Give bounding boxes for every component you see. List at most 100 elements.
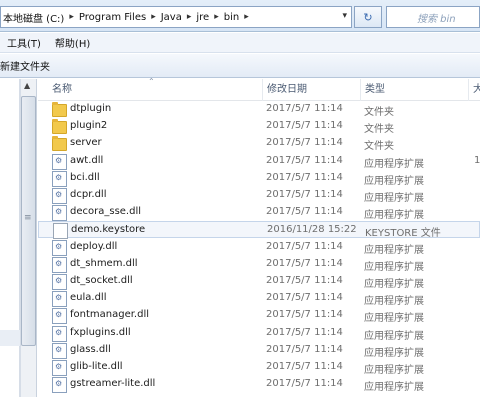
address-bar[interactable]: 本地磁盘 (C:) ▸ Program Files ▸ Java ▸ jre ▸… [0, 6, 352, 28]
breadcrumb-bin[interactable]: bin [222, 12, 241, 23]
file-row[interactable]: awt.dll 2017/5/7 11:14 应用程序扩展 1 [38, 153, 480, 170]
column-header-bar: ⌃ 名称 修改日期 类型 大小 [38, 77, 480, 101]
file-date: 2017/5/7 11:14 [266, 343, 343, 355]
navigation-selected-item[interactable] [0, 330, 20, 346]
new-folder-button[interactable]: 新建文件夹 [0, 58, 50, 73]
menu-tools[interactable]: 工具(T) [0, 35, 48, 50]
dll-icon [52, 153, 67, 170]
file-type: 应用程序扩展 [364, 330, 424, 342]
breadcrumb-separator-icon[interactable]: ▸ [66, 12, 77, 22]
file-date: 2017/5/7 11:14 [266, 120, 343, 132]
dll-icon [52, 308, 67, 325]
column-header-date[interactable]: 修改日期 [262, 79, 365, 101]
file-row[interactable]: fxplugins.dll 2017/5/7 11:14 应用程序扩展 [38, 325, 480, 342]
file-type: 应用程序扩展 [364, 365, 424, 376]
dll-icon [52, 377, 67, 394]
file-type: 应用程序扩展 [364, 261, 424, 273]
file-date: 2017/5/7 11:14 [266, 189, 343, 200]
breadcrumb-drive[interactable]: 本地磁盘 (C:) [1, 10, 66, 25]
file-date: 2017/5/7 11:14 [266, 154, 343, 166]
file-row[interactable]: glib-lite.dll 2017/5/7 11:14 应用程序扩展 [38, 359, 480, 376]
file-row[interactable]: dt_socket.dll 2017/5/7 11:14 应用程序扩展 [38, 273, 480, 290]
file-name: dtplugin [70, 103, 112, 114]
file-type: 文件夹 [364, 107, 394, 118]
file-name: plugin2 [70, 120, 108, 132]
file-row[interactable]: dcpr.dll 2017/5/7 11:14 应用程序扩展 [38, 187, 480, 204]
file-name: eula.dll [70, 292, 107, 304]
file-date: 2017/5/7 11:14 [266, 206, 343, 218]
file-type: 应用程序扩展 [364, 244, 424, 256]
file-date: 2017/5/7 11:14 [266, 378, 343, 390]
dll-icon [52, 342, 67, 359]
file-name: dcpr.dll [70, 189, 107, 200]
file-row[interactable]: dt_shmem.dll 2017/5/7 11:14 应用程序扩展 [38, 256, 480, 273]
file-date: 2017/5/7 11:14 [266, 326, 343, 338]
breadcrumb-separator-icon[interactable]: ▸ [184, 12, 195, 22]
file-row[interactable]: deploy.dll 2017/5/7 11:14 应用程序扩展 [38, 239, 480, 256]
breadcrumb-jre[interactable]: jre [194, 12, 211, 23]
breadcrumb-separator-icon[interactable]: ▸ [148, 12, 159, 22]
breadcrumb-program-files[interactable]: Program Files [77, 12, 148, 23]
dll-icon [52, 274, 67, 290]
file-name: awt.dll [70, 154, 104, 166]
file-row[interactable]: plugin2 2017/5/7 11:14 文件夹 [38, 118, 480, 135]
file-name: fontmanager.dll [70, 309, 150, 321]
file-row[interactable]: bci.dll 2017/5/7 11:14 应用程序扩展 [38, 170, 480, 187]
file-name: fxplugins.dll [70, 326, 131, 338]
chevron-down-icon[interactable]: ▾ [342, 11, 347, 21]
file-row[interactable]: glass.dll 2017/5/7 11:14 应用程序扩展 [38, 342, 480, 359]
file-type: 应用程序扩展 [364, 193, 424, 204]
file-date: 2017/5/7 11:14 [266, 240, 343, 252]
folder-icon [52, 102, 67, 117]
dll-icon [52, 205, 67, 222]
file-name: glib-lite.dll [70, 361, 123, 372]
command-toolbar: 新建文件夹 [0, 54, 480, 78]
file-type: 应用程序扩展 [364, 313, 424, 325]
breadcrumb-separator-icon[interactable]: ▸ [211, 12, 222, 22]
file-date: 2017/5/7 11:14 [266, 137, 343, 149]
file-type: 应用程序扩展 [364, 175, 424, 187]
file-date: 2017/5/7 11:14 [266, 275, 343, 286]
folder-icon [52, 136, 67, 152]
folder-icon [52, 119, 67, 135]
file-type: 应用程序扩展 [364, 210, 424, 222]
file-row[interactable]: gstreamer-lite.dll 2017/5/7 11:14 应用程序扩展 [38, 376, 480, 394]
menu-help[interactable]: 帮助(H) [48, 35, 97, 50]
column-header-name[interactable]: 名称 [38, 79, 276, 101]
file-date: 2017/5/7 11:14 [266, 103, 343, 114]
file-name: glass.dll [70, 343, 111, 355]
refresh-icon: ↻ [363, 10, 373, 24]
dll-icon [52, 170, 67, 187]
file-date: 2017/5/7 11:14 [266, 171, 343, 183]
dll-icon [52, 291, 67, 308]
navigation-pane[interactable] [0, 79, 20, 397]
file-name: server [70, 137, 102, 149]
file-row[interactable]: server 2017/5/7 11:14 文件夹 [38, 135, 480, 152]
grip-icon: ≡ [24, 213, 32, 223]
file-date: 2017/5/7 11:14 [266, 257, 343, 269]
file-type: 应用程序扩展 [364, 158, 424, 170]
file-name: dt_socket.dll [70, 275, 133, 286]
file-row[interactable]: demo.keystore 2016/11/28 15:22 KEYSTORE 文件 [38, 221, 480, 240]
file-row[interactable]: eula.dll 2017/5/7 11:14 应用程序扩展 [38, 290, 480, 308]
column-header-type[interactable]: 类型 [360, 79, 473, 101]
file-type: KEYSTORE 文件 [365, 228, 441, 240]
file-name: decora_sse.dll [70, 206, 142, 218]
search-input[interactable]: 搜索 bin [386, 6, 480, 28]
file-date: 2017/5/7 11:14 [266, 361, 343, 372]
file-name: deploy.dll [70, 240, 118, 252]
file-date: 2016/11/28 15:22 [267, 224, 357, 236]
file-row[interactable]: dtplugin 2017/5/7 11:14 文件夹 [38, 101, 480, 118]
file-date: 2017/5/7 11:14 [266, 292, 343, 304]
column-header-size[interactable]: 大小 [468, 79, 480, 101]
refresh-button[interactable]: ↻ [354, 6, 382, 28]
scroll-up-icon[interactable]: ▲ [24, 81, 30, 90]
menu-bar: 工具(T) 帮助(H) [0, 33, 480, 53]
file-row[interactable]: decora_sse.dll 2017/5/7 11:14 应用程序扩展 [38, 204, 480, 222]
file-type: 应用程序扩展 [364, 296, 424, 308]
file-type: 文件夹 [364, 141, 394, 153]
file-row[interactable]: fontmanager.dll 2017/5/7 11:14 应用程序扩展 [38, 307, 480, 325]
breadcrumb-separator-icon[interactable]: ▸ [241, 12, 252, 22]
breadcrumb-java[interactable]: Java [159, 12, 184, 23]
file-name: gstreamer-lite.dll [70, 378, 156, 390]
